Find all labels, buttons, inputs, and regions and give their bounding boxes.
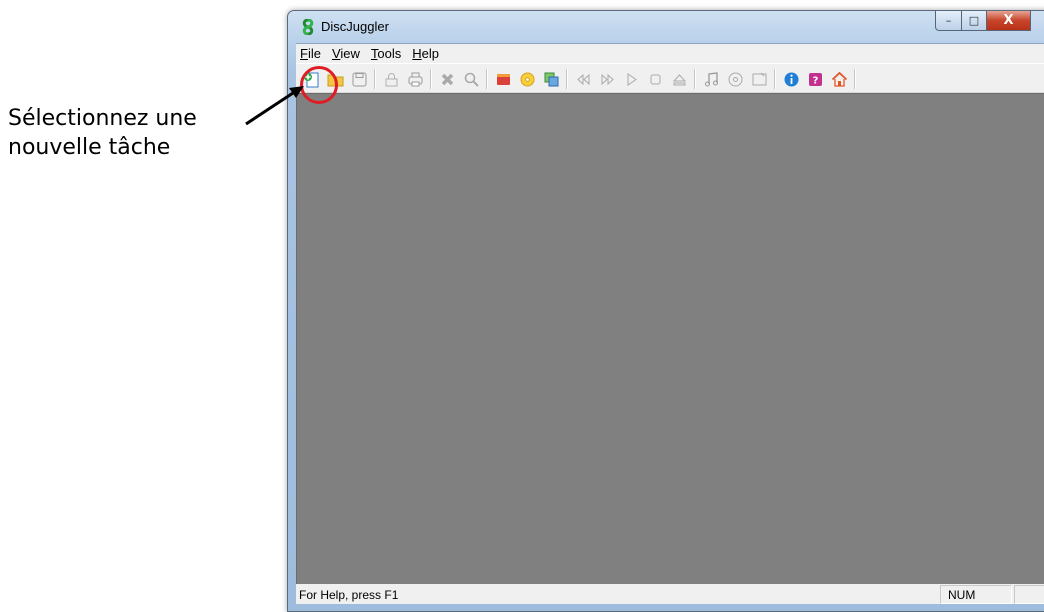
eject-button[interactable] (668, 68, 690, 90)
status-pane (1014, 585, 1044, 604)
status-num-indicator: NUM (940, 585, 1012, 604)
print-button[interactable] (404, 68, 426, 90)
menu-tools[interactable]: Tools (366, 46, 407, 61)
discjuggler-logo-icon (302, 19, 314, 35)
disc-icon (520, 72, 534, 86)
rewind-icon (576, 73, 589, 85)
rewind-button[interactable] (572, 68, 594, 90)
toolbar-separator (566, 69, 568, 89)
home-icon (831, 71, 847, 87)
maximize-button[interactable]: □ (962, 11, 987, 31)
toolbar-separator (374, 69, 376, 89)
menu-help-mnemonic: H (412, 46, 422, 61)
info-button[interactable] (780, 68, 802, 90)
menu-tools-label: ools (377, 46, 402, 61)
fast-forward-button[interactable] (596, 68, 618, 90)
copy-disc-button[interactable] (540, 68, 562, 90)
disc-info-icon (728, 72, 742, 86)
annotation-callout: Sélectionnez une nouvelle tâche (8, 104, 248, 162)
audio-track-button[interactable] (700, 68, 722, 90)
print-icon (408, 72, 422, 86)
num-lock-label: NUM (948, 588, 976, 602)
stop-icon (650, 74, 660, 84)
disc-info-button[interactable] (724, 68, 746, 90)
play-button[interactable] (620, 68, 642, 90)
menu-file-label: ile (307, 46, 321, 61)
help-icon: ? (808, 72, 822, 86)
properties-button[interactable] (748, 68, 770, 90)
delete-icon (441, 73, 453, 85)
save-icon (352, 72, 366, 86)
status-text: For Help, press F1 (299, 588, 399, 602)
close-icon: X (1003, 13, 1014, 28)
menu-help[interactable]: Help (407, 46, 445, 61)
menu-view[interactable]: View (327, 46, 366, 61)
wizard-button[interactable] (492, 68, 514, 90)
search-icon (464, 72, 479, 87)
menu-bar: File View Tools Help (296, 44, 1044, 63)
client-area: File View Tools Help ? For Help, press F… (296, 43, 1044, 604)
menu-file-mnemonic: F (300, 46, 308, 61)
menu-view-label: iew (340, 46, 360, 61)
mdi-workspace (296, 93, 1044, 584)
annotation-line-2: nouvelle tâche (8, 135, 171, 160)
info-icon (784, 72, 798, 86)
minimize-button[interactable]: – (935, 11, 962, 31)
delete-button[interactable] (436, 68, 458, 90)
window-title: DiscJuggler (321, 19, 389, 34)
lock-button[interactable] (380, 68, 402, 90)
close-button[interactable]: X (987, 11, 1031, 31)
toolbar-separator (694, 69, 696, 89)
annotation-line-1: Sélectionnez une (8, 106, 197, 131)
toolbar-separator (486, 69, 488, 89)
help-button[interactable]: ? (804, 68, 826, 90)
svg-text:?: ? (812, 75, 818, 86)
maximize-icon: □ (968, 14, 980, 27)
properties-icon (752, 72, 766, 85)
minimize-icon: – (945, 14, 952, 27)
caption-buttons: – □ X (935, 11, 1031, 31)
audio-track-icon (704, 71, 718, 86)
menu-file[interactable]: File (296, 46, 327, 61)
title-bar[interactable]: DiscJuggler – □ X (288, 11, 1044, 43)
eject-icon (672, 73, 686, 85)
toolbar: ? (296, 63, 1044, 93)
save-button[interactable] (348, 68, 370, 90)
disc-button[interactable] (516, 68, 538, 90)
lock-icon (385, 72, 397, 86)
home-button[interactable] (828, 68, 850, 90)
fast-forward-icon (601, 73, 614, 85)
stop-button[interactable] (644, 68, 666, 90)
wizard-icon (496, 73, 510, 85)
play-icon (627, 72, 637, 86)
copy-disc-icon (544, 72, 558, 86)
toolbar-separator (774, 69, 776, 89)
discjuggler-window: DiscJuggler – □ X File View Tools Help ?… (287, 10, 1044, 612)
toolbar-separator (430, 69, 432, 89)
toolbar-separator (854, 69, 856, 89)
menu-help-label: elp (421, 46, 440, 61)
search-button[interactable] (460, 68, 482, 90)
status-bar: For Help, press F1 NUM (296, 584, 1044, 604)
highlight-ring (300, 66, 338, 104)
